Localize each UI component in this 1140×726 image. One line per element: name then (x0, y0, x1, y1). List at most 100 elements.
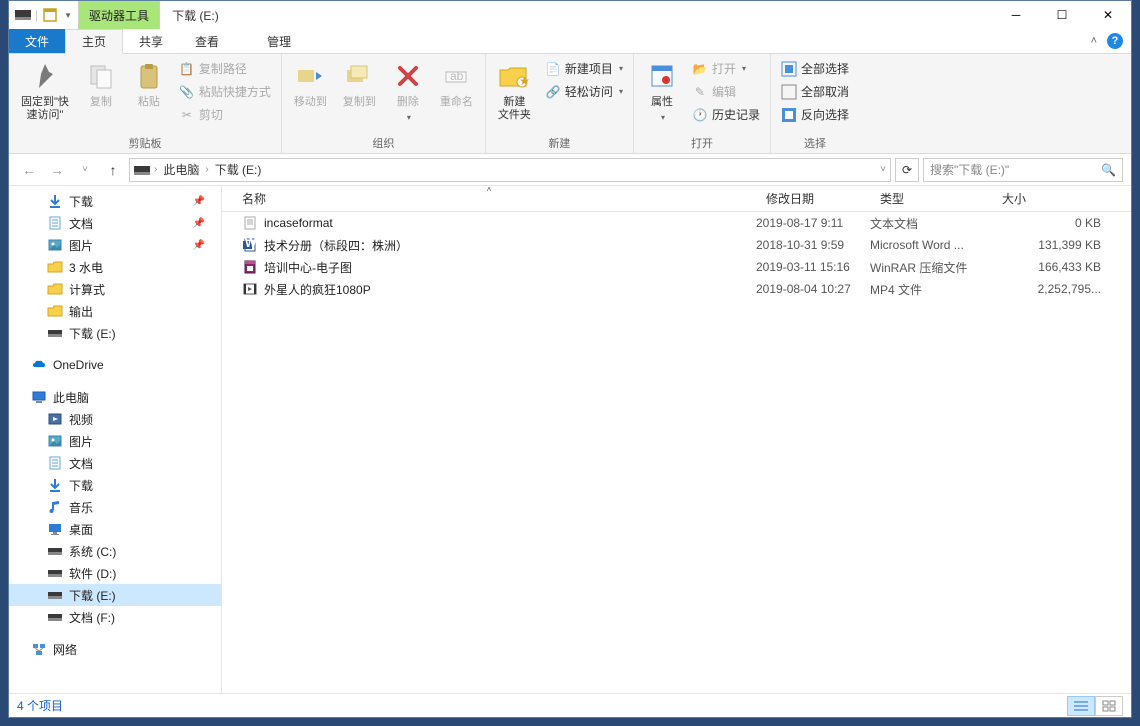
edit-button[interactable]: ✎编辑 (688, 81, 764, 102)
nav-item-label: 文档 (69, 215, 93, 232)
qat-dropdown-icon[interactable]: ▼ (64, 11, 72, 20)
header-size[interactable]: 大小 (992, 186, 1131, 211)
search-input[interactable] (930, 163, 1101, 177)
nav-network[interactable]: 网络 (9, 638, 221, 660)
rename-button[interactable]: ab 重命名 (434, 58, 479, 111)
paste-button[interactable]: 粘贴 (127, 58, 171, 111)
nav-thispc-item[interactable]: 图片 (9, 430, 221, 452)
history-icon: 🕐 (692, 107, 708, 123)
view-large-icons-button[interactable] (1095, 696, 1123, 716)
nav-thispc-item[interactable]: 视频 (9, 408, 221, 430)
nav-thispc-item[interactable]: 桌面 (9, 518, 221, 540)
copy-button[interactable]: 复制 (79, 58, 123, 111)
network-icon (31, 641, 47, 657)
status-item-count: 4 个项目 (17, 697, 63, 714)
tab-share[interactable]: 共享 (123, 29, 179, 53)
view-details-button[interactable] (1067, 696, 1095, 716)
nav-thispc-item[interactable]: 软件 (D:) (9, 562, 221, 584)
contextual-tab-drive-tools[interactable]: 驱动器工具 (78, 1, 160, 29)
address-dropdown-icon[interactable]: ˅ (880, 164, 886, 175)
navigation-pane[interactable]: 下载📌 文档 📌 图片📌3 水电计算式输出下载 (E:) OneDrive 此电脑视频图片… (9, 186, 222, 693)
nav-forward-button[interactable]: → (45, 158, 69, 182)
tab-view[interactable]: 查看 (179, 29, 235, 53)
file-date: 2019-08-17 9:11 (756, 216, 870, 230)
invert-selection-button[interactable]: 反向选择 (777, 104, 853, 125)
nav-item-label: 输出 (69, 303, 93, 320)
folder-icon (47, 303, 63, 319)
file-size: 166,433 KB (992, 260, 1131, 274)
ribbon-collapse-icon[interactable]: ˄ (1091, 35, 1097, 47)
file-row[interactable]: incaseformat 2019-08-17 9:11 文本文档 0 KB (222, 212, 1131, 234)
nav-quick-item[interactable]: 计算式 (9, 278, 221, 300)
nav-thispc-item[interactable]: 文档 (F:) (9, 606, 221, 628)
search-icon[interactable]: 🔍 (1101, 163, 1116, 177)
file-row[interactable]: 培训中心-电子图 2019-03-11 15:16 WinRAR 压缩文件 16… (222, 256, 1131, 278)
nav-up-button[interactable]: ↑ (101, 158, 125, 182)
chevron-right-icon[interactable]: › (154, 164, 157, 175)
maximize-button[interactable]: ☐ (1039, 1, 1085, 29)
easy-access-button[interactable]: 🔗轻松访问▾ (541, 81, 627, 102)
nav-quick-item[interactable]: 下载📌 (9, 190, 221, 212)
open-button[interactable]: 📂打开▾ (688, 58, 764, 79)
header-type[interactable]: 类型 (870, 186, 992, 211)
breadcrumb-item[interactable]: 下载 (E:) (213, 161, 264, 178)
tab-manage[interactable]: 管理 (251, 29, 307, 53)
nav-quick-item[interactable]: 3 水电 (9, 256, 221, 278)
ribbon-group-new: ★ 新建 文件夹 📄新建项目▾ 🔗轻松访问▾ 新建 (486, 54, 634, 153)
rar-icon (242, 259, 258, 275)
help-icon[interactable]: ? (1107, 33, 1123, 49)
move-to-button[interactable]: 移动到 (288, 58, 333, 111)
file-type: Microsoft Word ... (870, 238, 992, 252)
delete-button[interactable]: 删除▾ (386, 58, 430, 124)
file-list[interactable]: incaseformat 2019-08-17 9:11 文本文档 0 KB W… (222, 212, 1131, 693)
address-bar[interactable]: › 此电脑 › 下载 (E:) ˅ (129, 158, 891, 182)
chevron-right-icon[interactable]: › (205, 164, 208, 175)
nav-thispc-item[interactable]: 下载 (E:) (9, 584, 221, 606)
ribbon-group-label-open: 打开 (640, 133, 764, 151)
nav-quick-item[interactable]: 下载 (E:) (9, 322, 221, 344)
breadcrumb-item[interactable]: 此电脑 (161, 161, 201, 178)
qat-props-icon[interactable] (42, 7, 58, 23)
close-button[interactable]: ✕ (1085, 1, 1131, 29)
cut-button[interactable]: ✂剪切 (175, 104, 275, 125)
drive-icon (47, 543, 63, 559)
desktop-icon (47, 521, 63, 537)
tab-file[interactable]: 文件 (9, 29, 65, 53)
nav-onedrive[interactable]: OneDrive (9, 354, 221, 376)
search-box[interactable]: 🔍 (923, 158, 1123, 182)
ribbon-group-label-new: 新建 (492, 133, 627, 151)
file-row[interactable]: 外星人的疯狂1080P 2019-08-04 10:27 MP4 文件 2,25… (222, 278, 1131, 300)
nav-thispc-item[interactable]: 系统 (C:) (9, 540, 221, 562)
new-item-button[interactable]: 📄新建项目▾ (541, 58, 627, 79)
drive-icon (47, 325, 63, 341)
nav-quick-item[interactable]: 输出 (9, 300, 221, 322)
minimize-button[interactable]: ─ (993, 1, 1039, 29)
copy-path-button[interactable]: 📋复制路径 (175, 58, 275, 79)
titlebar: | ▼ 驱动器工具 下载 (E:) ─ ☐ ✕ (9, 1, 1131, 29)
header-date[interactable]: 修改日期 (756, 186, 870, 211)
nav-recent-dropdown[interactable]: ˅ (73, 158, 97, 182)
nav-thispc-item[interactable]: 音乐 (9, 496, 221, 518)
nav-item-label: 下载 (E:) (69, 587, 116, 604)
nav-thispc[interactable]: 此电脑 (9, 386, 221, 408)
paste-icon (133, 60, 165, 92)
paste-shortcut-button[interactable]: 📎粘贴快捷方式 (175, 81, 275, 102)
properties-button[interactable]: 属性▾ (640, 58, 684, 124)
new-folder-button[interactable]: ★ 新建 文件夹 (492, 58, 537, 124)
tab-home[interactable]: 主页 (65, 29, 123, 54)
nav-quick-item[interactable]: 文档 📌 (9, 212, 221, 234)
folder-icon (47, 259, 63, 275)
refresh-button[interactable]: ⟳ (895, 158, 919, 182)
nav-back-button[interactable]: ← (17, 158, 41, 182)
drive-icon (134, 162, 150, 178)
pin-to-quick-access-button[interactable]: 固定到"快 速访问" (15, 58, 75, 124)
select-none-button[interactable]: 全部取消 (777, 81, 853, 102)
select-all-button[interactable]: 全部选择 (777, 58, 853, 79)
copy-to-button[interactable]: 复制到 (337, 58, 382, 111)
nav-thispc-item[interactable]: 下载 (9, 474, 221, 496)
file-row[interactable]: W技术分册（标段四：株洲） 2018-10-31 9:59 Microsoft … (222, 234, 1131, 256)
pin-icon: 📌 (193, 218, 205, 229)
nav-quick-item[interactable]: 图片📌 (9, 234, 221, 256)
nav-thispc-item[interactable]: 文档 (9, 452, 221, 474)
history-button[interactable]: 🕐历史记录 (688, 104, 764, 125)
